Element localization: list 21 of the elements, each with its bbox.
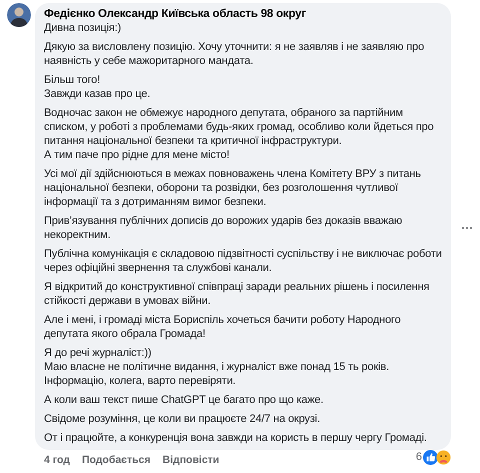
comment-paragraph: Свідоме розуміння, це коли ви працюєте 24/7 на окрузі. [44,412,321,426]
reaction-count[interactable]: 6 [416,449,422,466]
avatar[interactable] [7,3,31,27]
timestamp[interactable]: 4 год [44,453,70,470]
comment-paragraph: Більш того! Завжди казав про це. [44,73,152,101]
comment-paragraph: Але і мені, і громаді міста Бориспіль хочеться бачити роботу Народного депутата якого обрала Громада! [44,313,402,341]
reply-link[interactable]: Відповісти [162,453,220,470]
like-icon [423,450,438,465]
author-name[interactable]: Федієнко Олександр Київська область 98 округ [44,7,306,21]
comment-paragraph: А коли ваш текст пише ChatGPT це багато про що каже. [44,393,324,407]
comment-paragraph: Я відкритий до конструктивної співпраці заради реальних рішень і посилення стійкості держави в умовах війни. [44,280,430,308]
comment-paragraph: Усі мої дії здійснюються в межах повноважень члена Комітету ВРУ з питань національної безпеки, оборони та розвідки, без розголошення чутливої інформації та з дотриманням вимог безпеки. [44,167,422,209]
more-options-icon[interactable] [461,226,473,230]
comment-paragraph: Я до речі журналіст:)) Маю власне не політичне видання, і журналіст вже понад 15 ть років. Інформацію, колега, варто перевіряти. [44,346,390,388]
comment-paragraph: Публічна комунікація є складовою підзвітності суспільству і не виключає роботи через офіційні звернення та службові канали. [44,247,443,275]
comment-paragraph: Дивна позиція:) [44,21,122,35]
comment-paragraph: Прив’язування публічних дописів до ворожих ударів без доказів вважаю некоректним. [44,214,404,242]
comment-paragraph: Дякую за висловлену позицію. Хочу уточнити: я не заявляв і не заявляю про наявність у себе мажоритарного мандата. [44,40,426,68]
like-link[interactable]: Подобається [82,453,151,470]
comment-paragraph: Водночас закон не обмежує народного депутата, обраного за партійним списком, у роботі з проблемами будь-яких громад, особливо коли йдеться про питання національної безпеки та критичної інфраструктури. А тим паче про рідне для мене місто! [44,106,435,162]
comment-paragraph: От і працюйте, а конкуренція вона завжди на користь в першу чергу Громаді. [44,431,428,445]
